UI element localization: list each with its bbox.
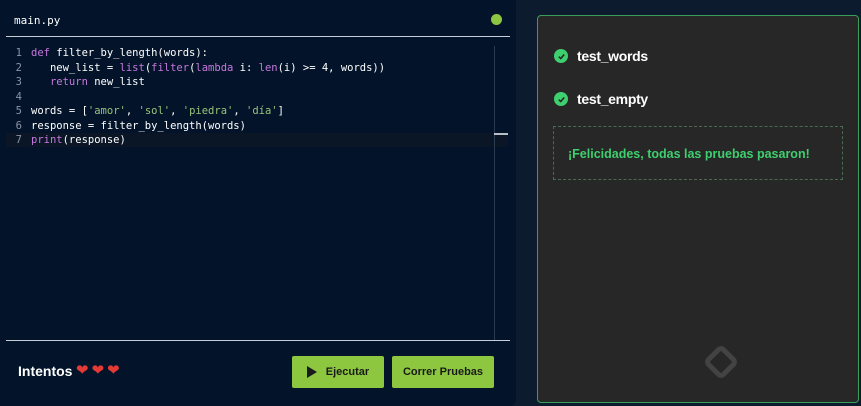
editor-header: main.py: [6, 2, 510, 37]
check-circle-icon: [554, 49, 568, 63]
run-button[interactable]: Ejecutar: [292, 356, 384, 388]
line-number: 5: [15, 105, 22, 117]
line-text: return new_list: [49, 76, 145, 88]
code-line[interactable]: 3 return new_list: [6, 75, 508, 89]
test-item: test_empty: [554, 91, 648, 107]
heart-icon: ❤: [107, 362, 120, 379]
success-message-box: ¡Felicidades, todas las pruebas pasaron!: [553, 126, 843, 180]
run-tests-button[interactable]: Correr Pruebas: [392, 356, 494, 388]
editor-scrollbar-thumb[interactable]: [494, 133, 508, 135]
tests-panel: test_words test_empty ¡Felicidades, toda…: [537, 15, 859, 403]
code-line[interactable]: 1 def filter_by_length(words):: [6, 46, 508, 60]
line-number: 4: [15, 90, 22, 103]
code-line[interactable]: 5 words = ['amor', 'sol', 'piedra', 'día'…: [6, 104, 508, 118]
editor-footer-divider: [6, 340, 510, 341]
status-indicator-icon: [491, 14, 502, 25]
line-number: 1: [15, 47, 22, 59]
line-text: new_list = list(filter(lambda i: len(i) …: [31, 61, 386, 74]
line-number: 3: [15, 76, 22, 88]
code-line[interactable]: 6 response = filter_by_length(words): [6, 119, 508, 133]
success-message: ¡Felicidades, todas las pruebas pasaron!: [568, 147, 810, 161]
code-line[interactable]: 4: [6, 90, 508, 104]
code-line[interactable]: 7 print(response): [6, 133, 508, 147]
line-number: 2: [15, 61, 22, 74]
line-number: 7: [15, 134, 22, 146]
line-text: response = filter_by_length(words): [31, 119, 246, 132]
code-editor-panel: main.py 1 def filter_by_length(words): 2 n…: [0, 0, 516, 406]
platzi-logo-icon: [702, 343, 740, 381]
run-tests-button-label: Correr Pruebas: [402, 366, 484, 378]
attempts-hearts: ❤ ❤ ❤: [76, 362, 120, 380]
code-line[interactable]: 2 new_list = list(filter(lambda i: len(i…: [6, 61, 508, 75]
attempts-label: Intentos: [18, 363, 73, 379]
platzi-watermark: [702, 343, 748, 381]
editor-scrollbar[interactable]: [494, 46, 509, 340]
test-item: test_words: [554, 48, 648, 64]
test-name: test_empty: [577, 91, 648, 107]
line-text: print(response): [31, 134, 126, 146]
file-tab-name[interactable]: main.py: [14, 14, 60, 27]
play-icon: [306, 366, 317, 378]
line-number: 6: [15, 119, 22, 132]
test-name: test_words: [577, 48, 648, 64]
run-button-label: Ejecutar: [325, 366, 370, 378]
heart-icon: ❤: [76, 362, 89, 379]
check-circle-icon: [554, 92, 568, 106]
line-text: words = ['amor', 'sol', 'piedra', 'día']: [31, 105, 284, 117]
line-text: def filter_by_length(words):: [31, 47, 209, 59]
code-area[interactable]: 1 def filter_by_length(words): 2 new_list …: [6, 46, 508, 340]
heart-icon: ❤: [91, 362, 105, 379]
